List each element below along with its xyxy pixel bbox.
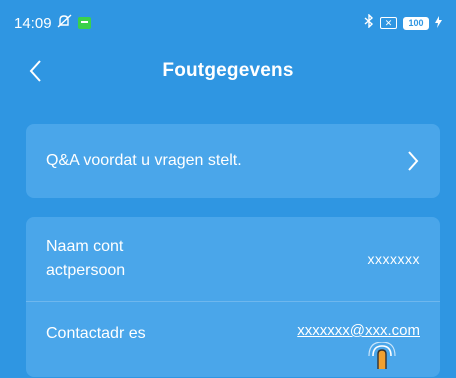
contact-name-label: Naam cont actpersoon (46, 238, 126, 279)
contact-address-label: Contactadr es (46, 325, 146, 342)
page-title: Foutgegevens (162, 60, 294, 81)
pointer-hand-icon (367, 341, 397, 370)
battery-icon: 100 (403, 16, 429, 30)
faq-label: Q&A voordat u vragen stelt. (46, 152, 242, 169)
mute-vibrate-icon (57, 14, 73, 32)
chevron-right-icon (406, 150, 420, 172)
bluetooth-icon (364, 13, 374, 32)
status-time: 14:09 (14, 14, 52, 32)
contact-name-row: Naam cont actpersoon xxxxxxx (26, 217, 440, 301)
status-bar: 14:09 ✕ 100 (0, 0, 456, 46)
charging-icon (435, 15, 442, 32)
contact-name-value: xxxxxxx (367, 251, 420, 267)
no-sim-icon: ✕ (380, 17, 397, 29)
app-header: Foutgegevens (0, 46, 456, 96)
back-arrow-icon[interactable] (26, 58, 48, 84)
contact-address-link[interactable]: xxxxxxx@xxx.com (297, 322, 420, 339)
status-right: ✕ 100 (364, 13, 442, 32)
faq-row[interactable]: Q&A voordat u vragen stelt. (26, 124, 440, 198)
faq-card: Q&A voordat u vragen stelt. (26, 124, 440, 198)
app-notification-icon (77, 17, 91, 29)
status-left: 14:09 (14, 14, 91, 32)
